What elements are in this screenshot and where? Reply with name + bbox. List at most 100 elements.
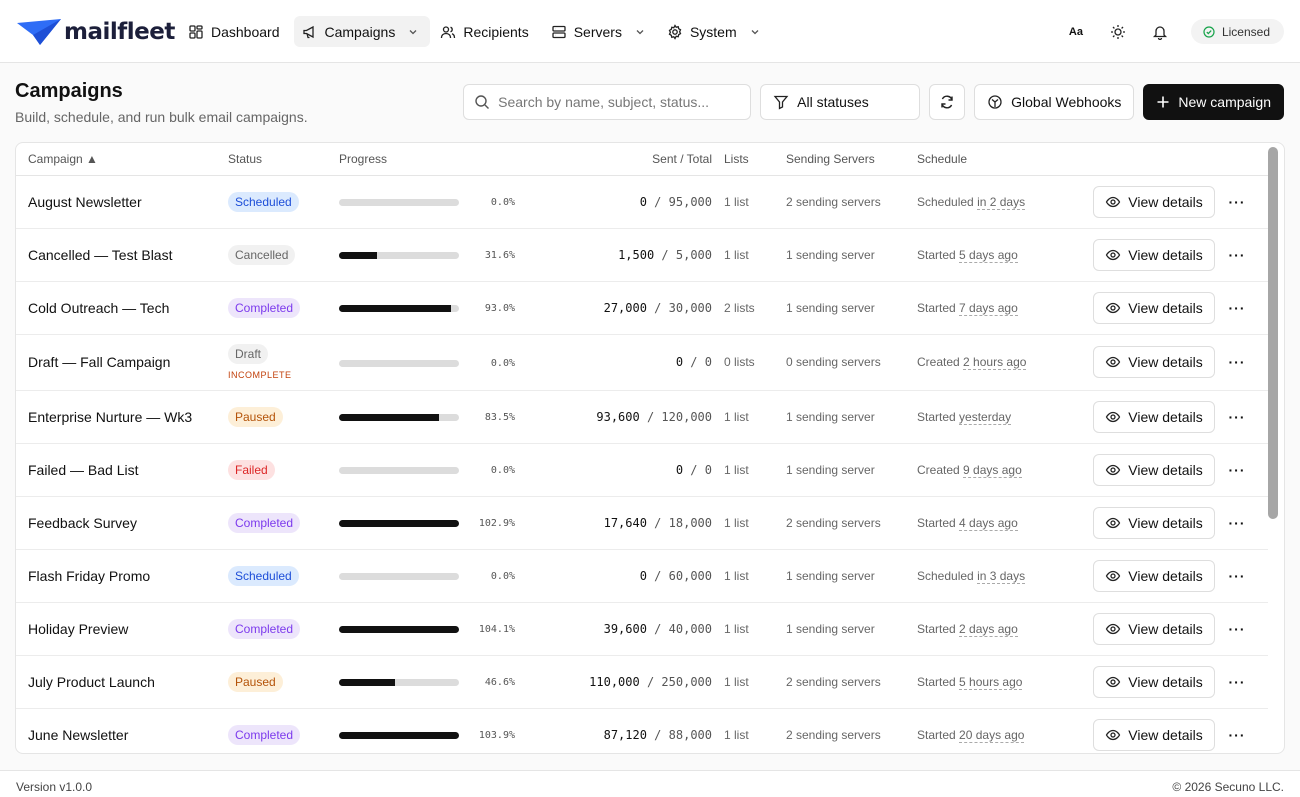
more-options-icon[interactable]: ···: [1227, 300, 1247, 316]
eye-icon: [1106, 570, 1121, 581]
view-details-button[interactable]: View details: [1093, 238, 1215, 271]
campaign-name[interactable]: Flash Friday Promo: [28, 568, 150, 584]
view-details-button[interactable]: View details: [1093, 291, 1215, 324]
table-row[interactable]: Feedback Survey Completed 102.9% 17,640 / 1…: [16, 496, 1268, 550]
campaign-name[interactable]: Enterprise Nurture — Wk3: [28, 409, 192, 425]
nav-item-recipients[interactable]: Recipients: [432, 16, 540, 47]
status-badge: Completed: [228, 618, 301, 639]
sent-total-cell: 0 / 60,000: [532, 549, 724, 603]
status-cell: Completed: [228, 708, 339, 753]
sent-separator: /: [646, 300, 669, 315]
campaign-name[interactable]: August Newsletter: [28, 194, 142, 210]
campaign-name[interactable]: June Newsletter: [28, 727, 128, 743]
progress-percent: 102.9%: [478, 518, 515, 530]
campaign-name[interactable]: Holiday Preview: [28, 621, 128, 637]
nav-item-system[interactable]: System: [659, 16, 772, 47]
table-row[interactable]: Cold Outreach — Tech Completed 93.0% 27,000…: [16, 281, 1268, 335]
server-icon: [551, 24, 567, 40]
refresh-button[interactable]: [929, 84, 966, 120]
table-row[interactable]: June Newsletter Completed 103.9% 87,120 / 8…: [16, 708, 1268, 753]
search-input[interactable]: [498, 94, 739, 110]
view-details-button[interactable]: View details: [1093, 453, 1215, 486]
bell-icon[interactable]: [1149, 21, 1171, 43]
view-details-button[interactable]: View details: [1093, 612, 1215, 645]
actions-cell: View details ···: [1067, 496, 1268, 550]
more-options-icon[interactable]: ···: [1227, 515, 1247, 531]
more-options-icon[interactable]: ···: [1227, 409, 1247, 425]
col-campaign-header[interactable]: Campaign ▲: [16, 143, 228, 176]
schedule-prefix: Started: [917, 247, 956, 262]
status-badge: Completed: [228, 724, 301, 745]
col-sent-total-header: Sent / Total: [532, 143, 724, 176]
table-row[interactable]: Cancelled — Test Blast Cancelled 31.6% 1,50…: [16, 228, 1268, 282]
more-options-icon[interactable]: ···: [1227, 674, 1247, 690]
paper-plane-logo-icon: [17, 19, 61, 45]
campaign-name[interactable]: Draft — Fall Campaign: [28, 354, 170, 370]
more-options-icon[interactable]: ···: [1227, 194, 1247, 210]
campaign-name[interactable]: Feedback Survey: [28, 515, 137, 531]
col-actions-header: [1067, 143, 1268, 176]
more-options-icon[interactable]: ···: [1227, 568, 1247, 584]
nav-item-dashboard[interactable]: Dashboard: [180, 16, 292, 47]
view-details-button[interactable]: View details: [1093, 665, 1215, 698]
table-row[interactable]: Holiday Preview Completed 104.1% 39,600 / 4…: [16, 602, 1268, 656]
nav-item-campaigns[interactable]: Campaigns: [293, 16, 431, 47]
schedule-cell: Started yesterday: [917, 390, 1067, 444]
new-campaign-button[interactable]: New campaign: [1143, 84, 1284, 120]
table-row[interactable]: Enterprise Nurture — Wk3 Paused 83.5% 93,60…: [16, 390, 1268, 444]
campaign-name[interactable]: Failed — Bad List: [28, 462, 139, 478]
page-subtitle: Build, schedule, and run bulk email camp…: [15, 109, 308, 125]
servers-cell: 0 sending servers: [786, 334, 917, 391]
table-row[interactable]: July Product Launch Paused 46.6% 110,000 / …: [16, 655, 1268, 709]
sun-icon[interactable]: [1107, 21, 1129, 43]
campaign-name[interactable]: July Product Launch: [28, 674, 155, 690]
view-details-button[interactable]: View details: [1093, 346, 1215, 378]
progress-cell: 0.0%: [339, 443, 532, 497]
table-scrollbar[interactable]: [1268, 147, 1278, 751]
more-options-icon[interactable]: ···: [1227, 354, 1247, 370]
eye-icon: [1106, 729, 1121, 740]
mailfleet-logo[interactable]: mailfleet: [16, 17, 175, 47]
more-options-icon[interactable]: ···: [1227, 727, 1247, 743]
progress-cell: 0.0%: [339, 549, 532, 603]
schedule-cell: Scheduled in 2 days: [917, 175, 1067, 229]
status-filter-select[interactable]: All statuses: [760, 84, 921, 120]
more-options-icon[interactable]: ···: [1227, 247, 1247, 263]
progress-cell: 0.0%: [339, 175, 532, 229]
sent-count: 39,600: [603, 621, 647, 636]
sent-total-cell: 0 / 0: [532, 443, 724, 497]
sent-count: 0: [639, 568, 647, 583]
font-size-icon[interactable]: Aa: [1065, 21, 1087, 43]
scrollbar-thumb[interactable]: [1268, 147, 1278, 519]
table-row[interactable]: Flash Friday Promo Scheduled 0.0% 0 / 60,00…: [16, 549, 1268, 603]
schedule-prefix: Started: [917, 621, 956, 636]
campaign-name[interactable]: Cancelled — Test Blast: [28, 247, 172, 263]
view-details-button[interactable]: View details: [1093, 400, 1215, 433]
schedule-cell: Created 9 days ago: [917, 443, 1067, 497]
table-row[interactable]: August Newsletter Scheduled 0.0% 0 / 95,000…: [16, 175, 1268, 229]
nav-item-servers[interactable]: Servers: [543, 16, 657, 47]
table-row[interactable]: Failed — Bad List Failed 0.0% 0 / 01 list 1 …: [16, 443, 1268, 497]
total-count: 5,000: [675, 247, 712, 262]
nav-dropdown-toggle: [408, 27, 418, 37]
more-options-icon[interactable]: ···: [1227, 462, 1247, 478]
schedule-relative-time: 4 days ago: [959, 515, 1018, 531]
more-options-icon[interactable]: ···: [1227, 621, 1247, 637]
view-details-button[interactable]: View details: [1093, 185, 1215, 218]
page-title: Campaigns: [15, 80, 123, 102]
status-cell: Completed: [228, 281, 339, 335]
table-row[interactable]: Draft — Fall Campaign Draft INCOMPLETE 0.0%…: [16, 334, 1268, 391]
view-details-button[interactable]: View details: [1093, 718, 1215, 751]
global-webhooks-button[interactable]: Global Webhooks: [974, 84, 1135, 120]
progress-bar-fill: [339, 626, 459, 634]
campaign-toolbar: All statuses Global Webhooks New campaig…: [463, 84, 1284, 120]
progress-bar-fill: [339, 732, 459, 740]
sent-count: 0: [675, 462, 684, 477]
servers-cell: 2 sending servers: [786, 708, 917, 753]
view-details-button[interactable]: View details: [1093, 559, 1215, 592]
webhook-icon: [988, 95, 1002, 109]
eye-icon: [1106, 356, 1121, 368]
campaign-name[interactable]: Cold Outreach — Tech: [28, 300, 169, 316]
view-details-button[interactable]: View details: [1093, 506, 1215, 539]
new-campaign-label: New campaign: [1178, 94, 1271, 110]
